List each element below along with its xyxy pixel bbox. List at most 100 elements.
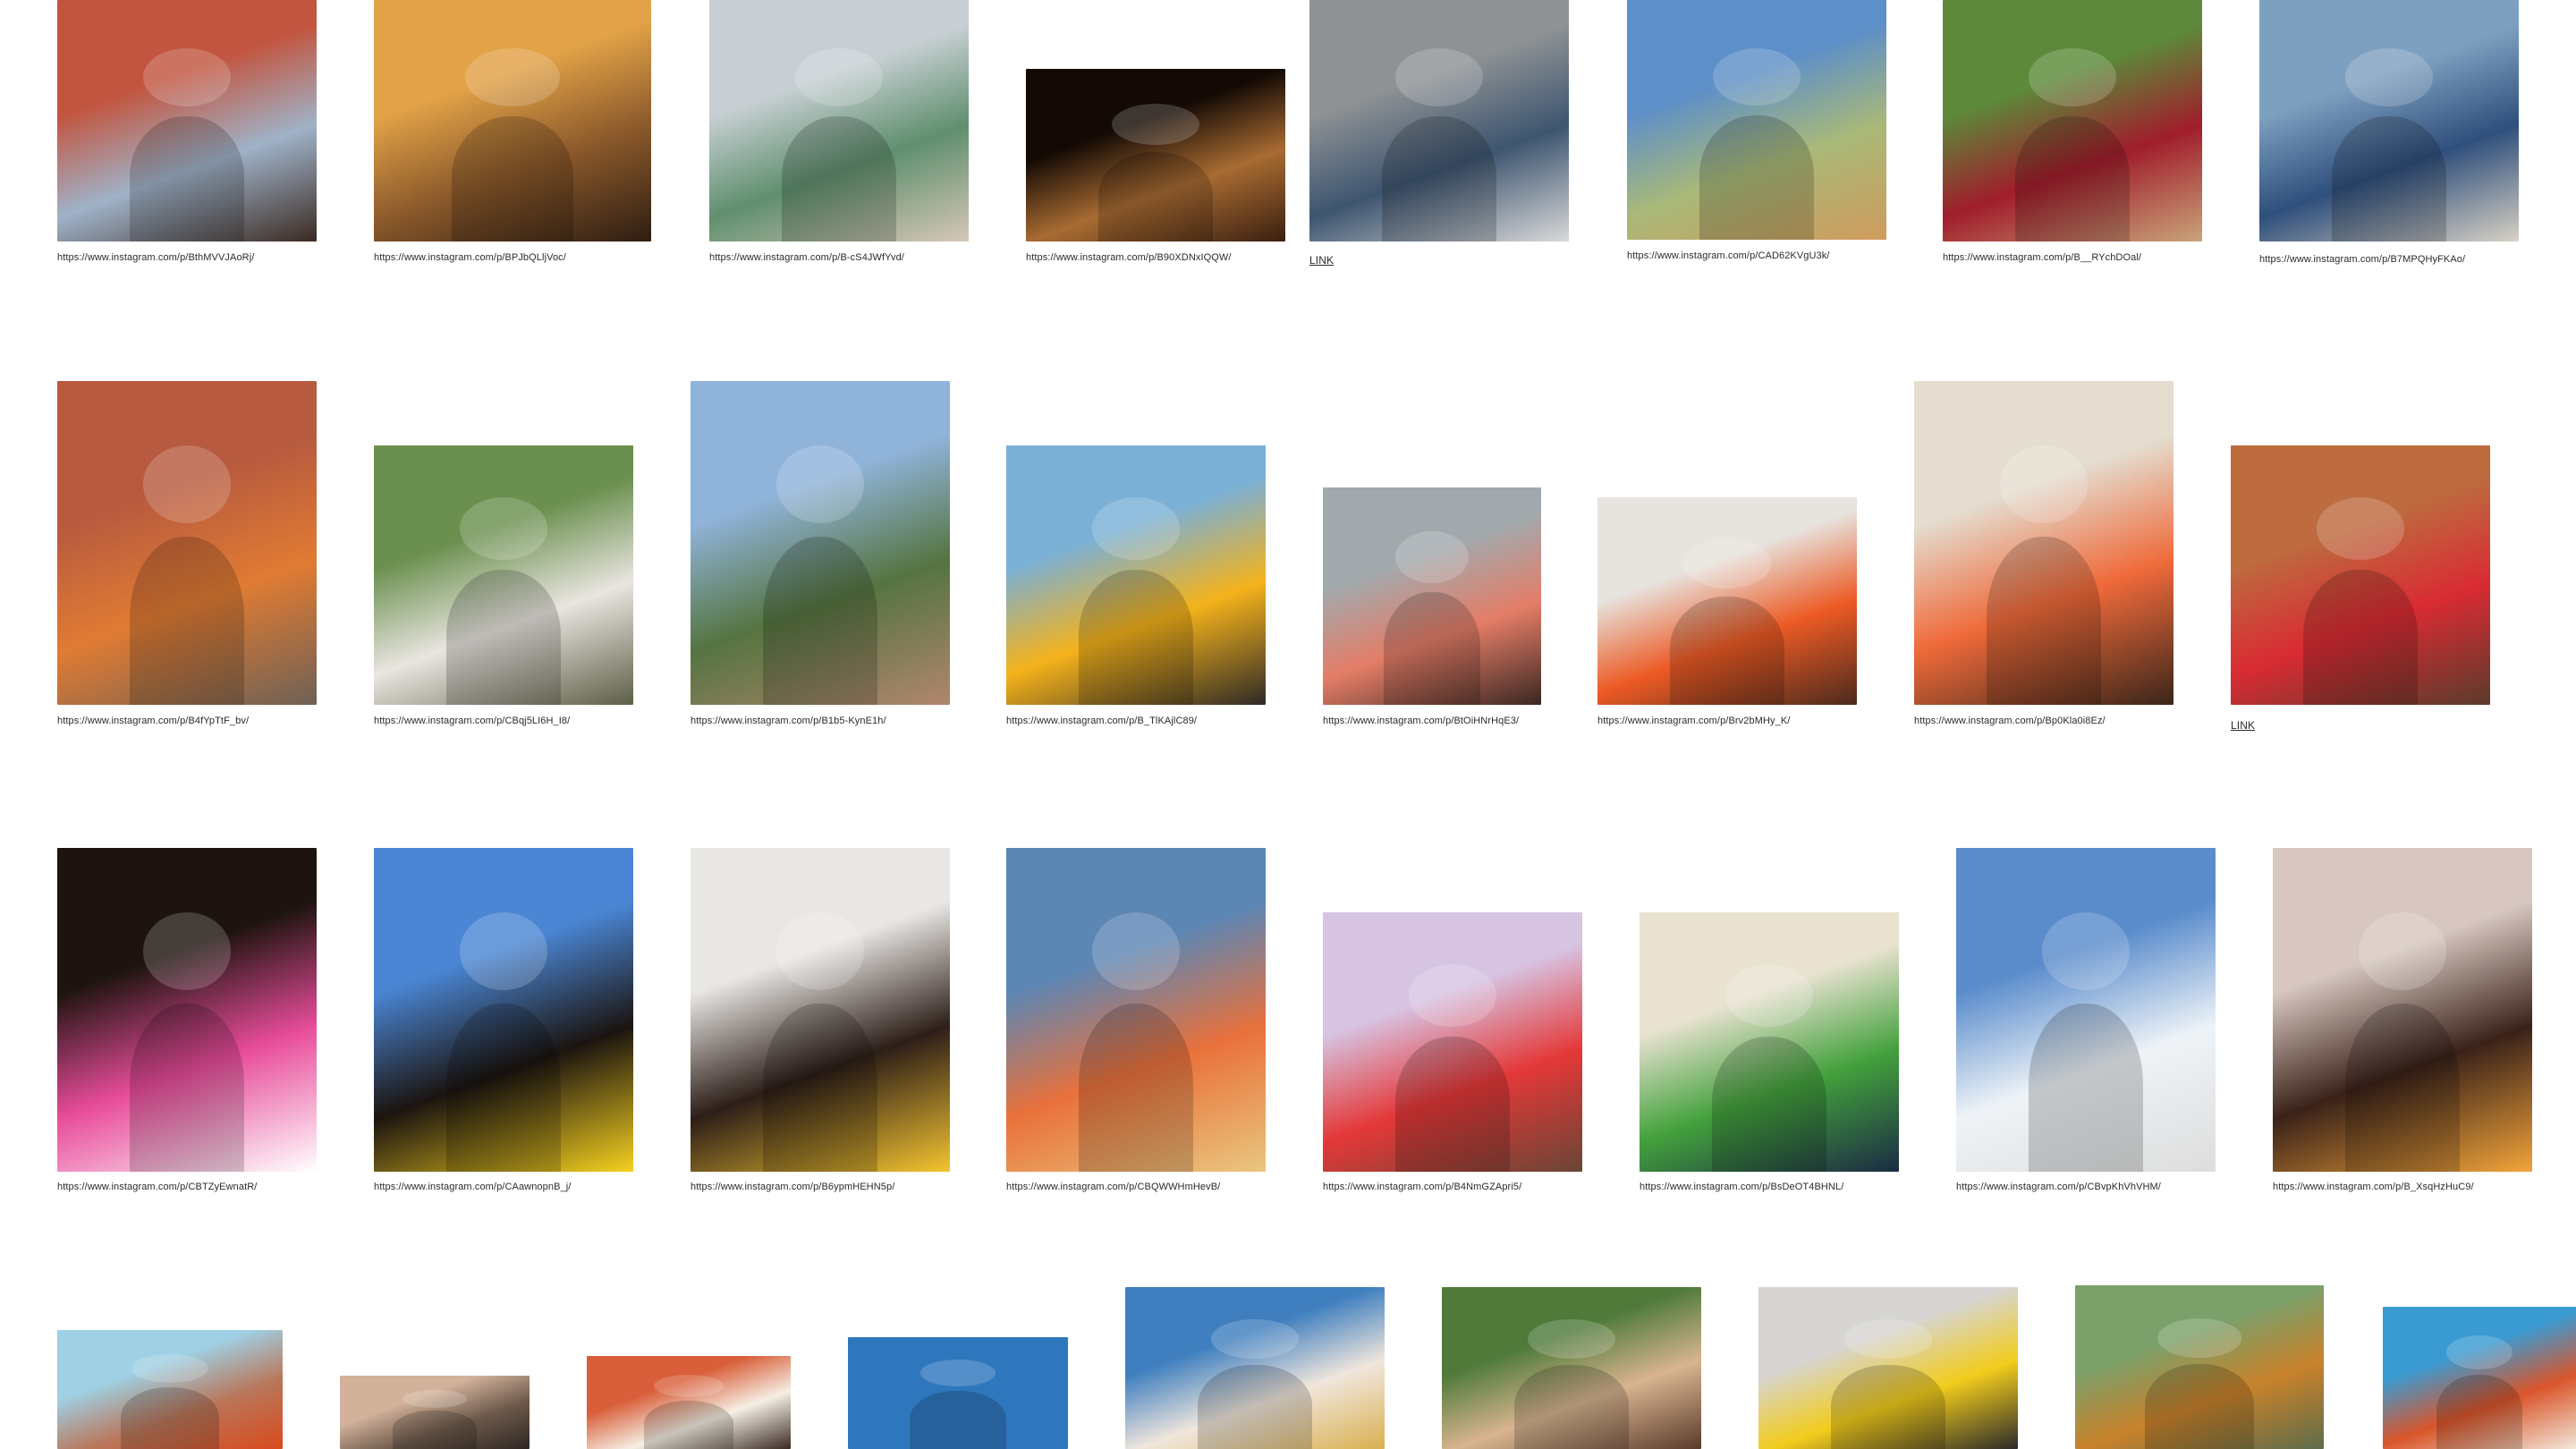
caption-url[interactable]: https://www.instagram.com/p/CAawnopnB_j/ (374, 1182, 660, 1192)
gallery-photo[interactable] (2075, 1285, 2324, 1449)
photo-subject (1699, 114, 1814, 240)
photo-highlight (131, 1353, 208, 1383)
caption-url[interactable]: https://www.instagram.com/p/B_TlKAjlC89/ (1006, 716, 1292, 726)
gallery-photo[interactable] (1125, 1287, 1385, 1449)
photo-highlight (1111, 103, 1200, 145)
photo-highlight (1394, 530, 1470, 583)
photo-subject (130, 115, 244, 242)
photo-highlight (2344, 48, 2434, 106)
gallery-photo[interactable] (1006, 445, 1266, 705)
gallery-photo[interactable] (848, 1337, 1068, 1449)
photo-subject (2436, 1375, 2522, 1449)
caption-url[interactable]: https://www.instagram.com/p/CBQWWHmHevB/ (1006, 1182, 1292, 1192)
gallery-photo[interactable] (1309, 0, 1569, 242)
gallery-photo[interactable] (691, 848, 950, 1172)
caption-url[interactable]: https://www.instagram.com/p/Bp0Kla0i8Ez/ (1914, 716, 2200, 726)
photo-subject (1987, 536, 2101, 705)
caption-url[interactable]: https://www.instagram.com/p/B-cS4JWfYvd/ (709, 252, 996, 263)
gallery-photo[interactable] (1943, 0, 2202, 242)
photo-highlight (2028, 48, 2117, 106)
caption-url[interactable]: https://www.instagram.com/p/B__RYchDOal/ (1943, 252, 2229, 263)
caption-url[interactable]: https://www.instagram.com/p/CBvpKhVhVHM/ (1956, 1182, 2242, 1192)
caption-url[interactable]: https://www.instagram.com/p/CBqj5LI6H_I8… (374, 716, 660, 726)
caption-url[interactable]: https://www.instagram.com/p/BsDeOT4BHNL/ (1640, 1182, 1926, 1192)
photo-subject (909, 1391, 1007, 1449)
photo-gallery: https://www.instagram.com/p/BthMVVJAoRj/… (0, 0, 2576, 1449)
gallery-photo[interactable] (57, 848, 317, 1172)
photo-highlight (2041, 912, 2131, 991)
photo-highlight (1843, 1319, 1933, 1359)
photo-highlight (1091, 497, 1181, 560)
photo-subject (1098, 151, 1213, 242)
gallery-photo[interactable] (57, 381, 317, 705)
gallery-photo[interactable] (340, 1376, 530, 1449)
photo-subject (1079, 570, 1193, 705)
gallery-photo[interactable] (1323, 487, 1541, 705)
photo-highlight (142, 445, 232, 524)
caption-url[interactable]: https://www.instagram.com/p/B90XDNxIQQW/ (1026, 252, 1312, 263)
gallery-photo[interactable] (1597, 497, 1857, 705)
gallery-photo[interactable] (2231, 445, 2490, 705)
gallery-photo[interactable] (57, 0, 317, 242)
photo-subject (130, 1003, 244, 1172)
photo-highlight (920, 1360, 996, 1386)
photo-subject (1382, 115, 1496, 242)
photo-highlight (2358, 912, 2447, 991)
photo-subject (2303, 570, 2418, 705)
caption-url[interactable]: https://www.instagram.com/p/BtOiHNrHqE3/ (1323, 716, 1609, 726)
caption-url[interactable]: https://www.instagram.com/p/BthMVVJAoRj/ (57, 252, 343, 263)
caption-url[interactable]: https://www.instagram.com/p/B1b5-KynE1h/ (691, 716, 977, 726)
gallery-photo[interactable] (1006, 848, 1266, 1172)
gallery-photo[interactable] (2259, 0, 2519, 242)
photo-highlight (2446, 1335, 2512, 1369)
photo-highlight (794, 48, 884, 106)
caption-url[interactable]: https://www.instagram.com/p/B4fYpTtF_bv/ (57, 716, 343, 726)
gallery-photo[interactable] (691, 381, 950, 705)
photo-highlight (1682, 538, 1772, 589)
caption-url[interactable]: https://www.instagram.com/p/B7MPQHyFKAo/ (2259, 254, 2546, 265)
gallery-photo[interactable] (587, 1356, 791, 1449)
caption-url[interactable]: https://www.instagram.com/p/B4NmGZApri5/ (1323, 1182, 1609, 1192)
photo-subject (1198, 1364, 1312, 1449)
gallery-photo[interactable] (709, 0, 969, 242)
gallery-photo[interactable] (1323, 912, 1582, 1172)
photo-highlight (654, 1374, 724, 1397)
gallery-photo[interactable] (1914, 381, 2174, 705)
caption-link[interactable]: LINK (2231, 719, 2517, 732)
gallery-photo[interactable] (1442, 1287, 1701, 1449)
caption-url[interactable]: https://www.instagram.com/p/CAD62KVgU3k/ (1627, 250, 1913, 261)
gallery-photo[interactable] (1956, 848, 2216, 1172)
photo-highlight (2157, 1318, 2242, 1358)
caption-url[interactable]: https://www.instagram.com/p/B6ypmHEHN5p/ (691, 1182, 977, 1192)
gallery-photo[interactable] (57, 1330, 283, 1449)
caption-url[interactable]: https://www.instagram.com/p/BPJbQLljVoc/ (374, 252, 660, 263)
photo-highlight (1408, 964, 1497, 1027)
gallery-photo[interactable] (1758, 1287, 2018, 1449)
photo-highlight (459, 912, 548, 991)
photo-highlight (1210, 1319, 1300, 1359)
photo-highlight (1527, 1319, 1616, 1359)
photo-subject (1384, 591, 1480, 705)
photo-subject (446, 570, 561, 705)
gallery-photo[interactable] (1627, 0, 1886, 240)
photo-subject (1079, 1003, 1193, 1172)
caption-url[interactable]: https://www.instagram.com/p/CBTZyEwnatR/ (57, 1182, 343, 1192)
gallery-photo[interactable] (2273, 848, 2532, 1172)
photo-subject (393, 1411, 477, 1449)
caption-url[interactable]: https://www.instagram.com/p/Brv2bMHy_K/ (1597, 716, 1884, 726)
gallery-photo[interactable] (374, 445, 633, 705)
photo-subject (1712, 1037, 1826, 1172)
photo-subject (2029, 1003, 2143, 1172)
caption-url[interactable]: https://www.instagram.com/p/B_XsqHzHuC9/ (2273, 1182, 2559, 1192)
photo-highlight (775, 912, 865, 991)
gallery-photo[interactable] (2383, 1307, 2576, 1449)
photo-highlight (1091, 912, 1181, 991)
gallery-photo[interactable] (1026, 69, 1285, 242)
photo-subject (782, 115, 896, 242)
photo-highlight (459, 497, 548, 560)
caption-link[interactable]: LINK (1309, 254, 1596, 267)
photo-subject (446, 1003, 561, 1172)
gallery-photo[interactable] (1640, 912, 1899, 1172)
gallery-photo[interactable] (374, 848, 633, 1172)
gallery-photo[interactable] (374, 0, 651, 242)
